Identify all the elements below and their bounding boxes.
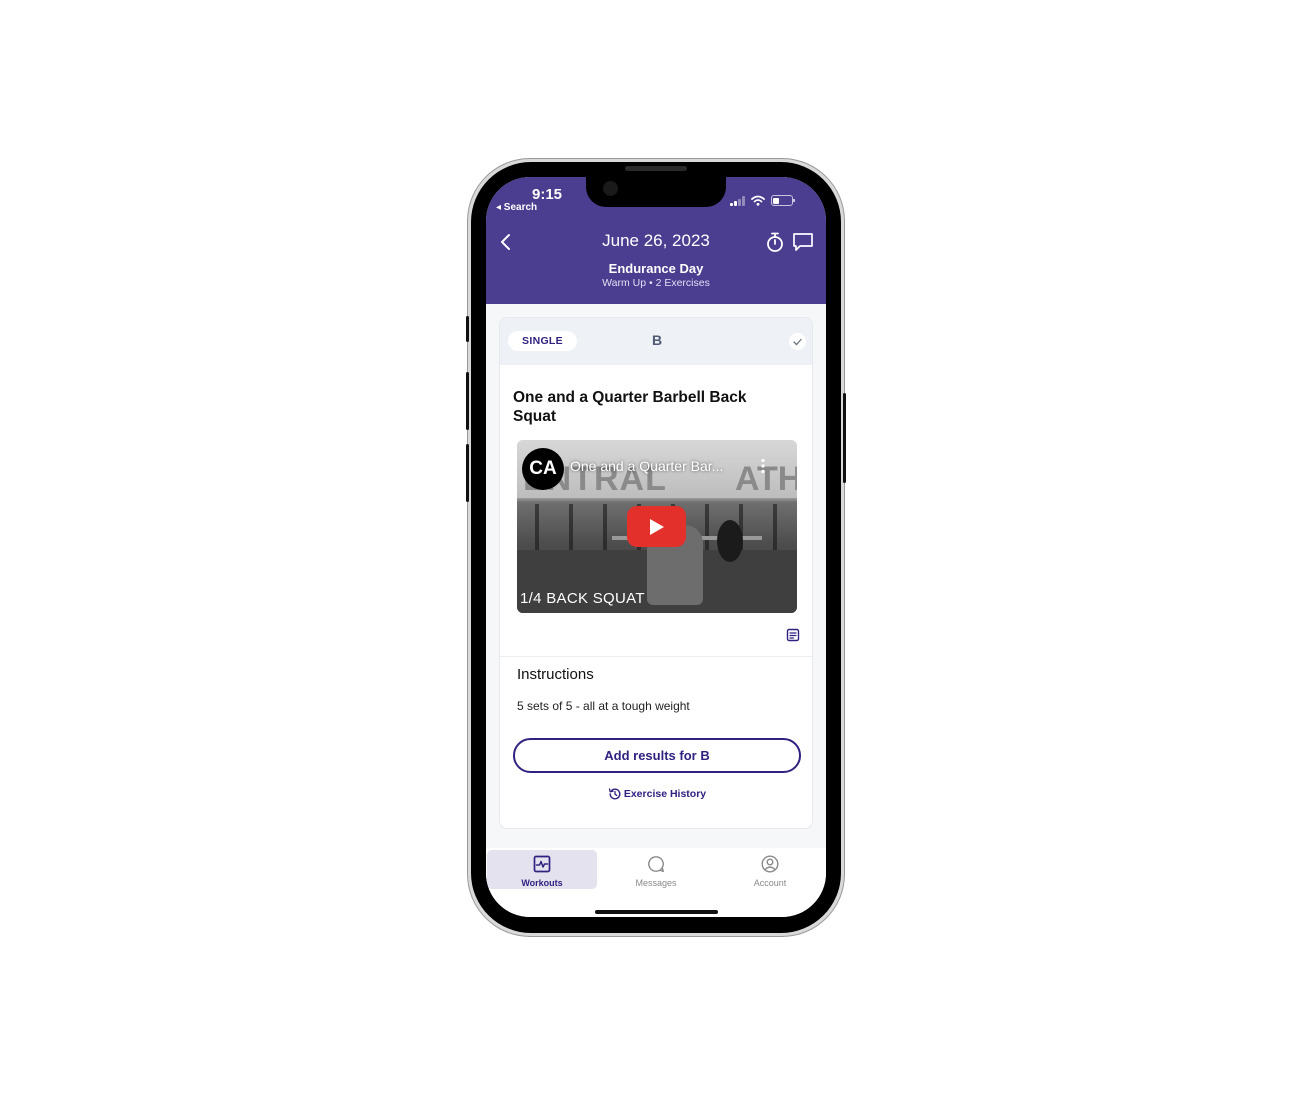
youtube-play-button[interactable] [627, 506, 686, 547]
notes-icon[interactable] [786, 628, 800, 642]
instructions-heading: Instructions [517, 666, 594, 683]
add-results-button[interactable]: Add results for B [513, 738, 801, 773]
front-camera [603, 181, 618, 196]
block-letter: B [651, 332, 663, 348]
youtube-play-icon [649, 518, 664, 535]
channel-logo[interactable]: CA [522, 448, 564, 490]
back-to-search-link[interactable]: ◂ Search [496, 202, 537, 213]
account-circle-icon [761, 855, 779, 873]
bottom-tab-bar: Workouts Messages Account [486, 848, 826, 917]
video-title[interactable]: One and a Quarter Bar... [570, 458, 723, 474]
tab-workouts-label: Workouts [521, 878, 563, 888]
check-icon [793, 338, 802, 345]
exercise-history-label: Exercise History [623, 788, 707, 800]
exercise-card: SINGLE B One and a Quarter Barbell Back … [499, 317, 813, 829]
wifi-icon [750, 195, 765, 206]
notch [586, 177, 726, 207]
workouts-chart-icon [533, 855, 551, 873]
volume-up-button [466, 372, 469, 430]
battery-icon [770, 195, 795, 206]
earpiece-speaker [625, 166, 687, 171]
video-plate [717, 520, 743, 562]
message-bubble-icon [648, 856, 664, 872]
history-icon [608, 788, 621, 800]
video-caption: 1/4 BACK SQUAT [520, 590, 645, 607]
tab-account[interactable]: Account [715, 850, 825, 889]
exercise-history-link[interactable]: Exercise History [500, 787, 812, 801]
instructions-text: 5 sets of 5 - all at a tough weight [517, 699, 690, 713]
phone-screen: 9:15 ◂ Search June 26, 2023 Endurance Da… [486, 177, 826, 917]
workout-subtitle: Warm Up • 2 Exercises [602, 277, 710, 289]
status-time: 9:15 [532, 186, 563, 203]
tab-workouts[interactable]: Workouts [487, 850, 597, 889]
complete-toggle[interactable] [789, 333, 806, 350]
power-button [843, 393, 846, 483]
volume-down-button [466, 444, 469, 502]
home-indicator[interactable] [595, 910, 718, 914]
stopwatch-icon[interactable] [765, 231, 785, 253]
silent-switch [466, 316, 469, 342]
video-wall-text-right: ATHI [735, 460, 797, 498]
exercise-title: One and a Quarter Barbell Back Squat [513, 389, 747, 425]
workout-name: Endurance Day [608, 261, 704, 276]
section-divider [500, 656, 812, 657]
chat-bubble-icon[interactable] [792, 232, 814, 252]
status-icons [730, 195, 795, 206]
tab-messages-label: Messages [635, 878, 677, 888]
cellular-signal-icon [730, 195, 745, 206]
tab-account-label: Account [753, 878, 787, 888]
tab-messages[interactable]: Messages [601, 850, 711, 889]
exercise-video[interactable]: ENTRAL ATHI CA One and a Quarter Bar... … [517, 440, 797, 613]
more-vertical-icon[interactable] [760, 458, 766, 474]
card-header: SINGLE B [500, 318, 812, 365]
